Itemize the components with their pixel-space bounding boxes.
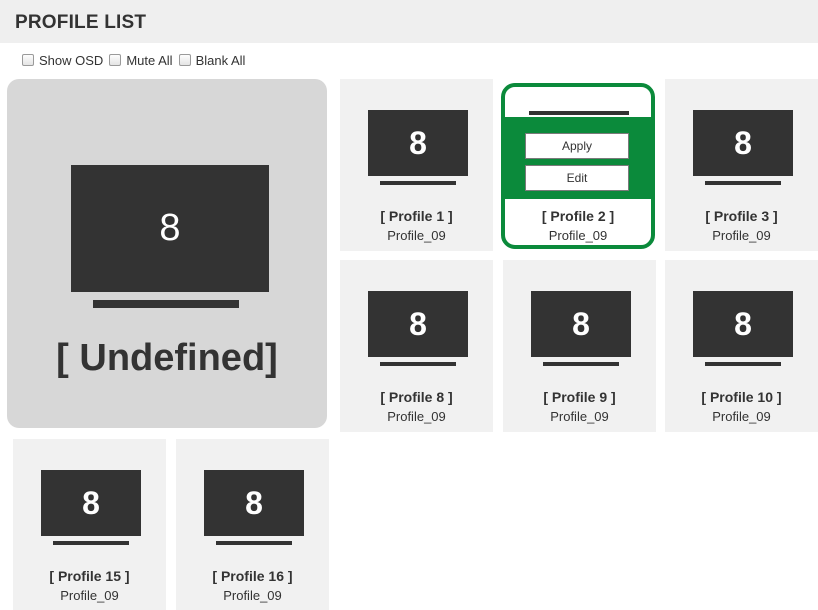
profile-tile-2[interactable]: Apply Edit [ Profile 2 ] Profile_09	[501, 83, 655, 249]
tv-icon: 8	[41, 470, 141, 536]
profile-source: Profile_09	[550, 409, 609, 424]
show-osd-label: Show OSD	[39, 52, 104, 68]
profile-label: [ Profile 10 ]	[701, 389, 782, 405]
profile-label: [ Profile 8 ]	[380, 389, 453, 405]
profile-tile-8[interactable]: 8 [ Profile 8 ] Profile_09	[340, 260, 493, 432]
profile-tile-1[interactable]: 8 [ Profile 1 ] Profile_09	[340, 79, 493, 251]
options-bar: Show OSD Mute All Blank All	[22, 52, 251, 68]
tv-icon: 8	[693, 291, 793, 357]
tv-stand-icon	[380, 362, 456, 366]
header-bar: PROFILE LIST	[0, 0, 818, 43]
tv-top-edge	[529, 111, 629, 115]
profile-label: [ Profile 15 ]	[49, 568, 130, 584]
profile-tile-16[interactable]: 8 [ Profile 16 ] Profile_09	[176, 439, 329, 610]
tv-icon: 8	[204, 470, 304, 536]
current-profile-tile: 8 [ Undefined]	[7, 79, 327, 428]
current-profile-name: [ Undefined]	[56, 337, 278, 379]
tv-icon: 8	[71, 165, 269, 292]
blank-all-label: Blank All	[195, 52, 246, 68]
profile-source: Profile_09	[712, 228, 771, 243]
blank-all-option[interactable]: Blank All	[178, 52, 246, 68]
blank-all-checkbox[interactable]	[178, 54, 191, 66]
mute-all-checkbox[interactable]	[109, 54, 122, 66]
tv-icon: 8	[531, 291, 631, 357]
tv-stand-icon	[705, 181, 781, 185]
profile-tile-9[interactable]: 8 [ Profile 9 ] Profile_09	[503, 260, 656, 432]
tv-stand-icon	[53, 541, 129, 545]
profile-label: [ Profile 2 ]	[541, 208, 615, 224]
profile-label: [ Profile 9 ]	[543, 389, 616, 405]
tv-stand-icon	[216, 541, 292, 545]
mute-all-option[interactable]: Mute All	[109, 52, 173, 68]
tv-icon: 8	[368, 110, 468, 176]
tv-icon: 8	[368, 291, 468, 357]
profile-source: Profile_09	[60, 588, 119, 603]
tv-stand-icon	[543, 362, 619, 366]
profile-label: [ Profile 1 ]	[380, 208, 453, 224]
profile-source: Profile_09	[712, 409, 771, 424]
mute-all-label: Mute All	[126, 52, 173, 68]
edit-button[interactable]: Edit	[525, 165, 629, 191]
apply-button[interactable]: Apply	[525, 133, 629, 159]
profile-source: Profile_09	[548, 228, 608, 243]
tv-stand-icon	[380, 181, 456, 185]
profile-label: [ Profile 16 ]	[212, 568, 293, 584]
profile-tile-10[interactable]: 8 [ Profile 10 ] Profile_09	[665, 260, 818, 432]
tv-stand-icon	[705, 362, 781, 366]
profile-label: [ Profile 3 ]	[705, 208, 778, 224]
profile-source: Profile_09	[387, 409, 446, 424]
tv-stand-icon	[93, 300, 239, 308]
profile-tile-15[interactable]: 8 [ Profile 15 ] Profile_09	[13, 439, 166, 610]
page-title: PROFILE LIST	[15, 12, 147, 33]
show-osd-option[interactable]: Show OSD	[22, 53, 103, 68]
profile-source: Profile_09	[223, 588, 282, 603]
profile-source: Profile_09	[387, 228, 446, 243]
show-osd-checkbox[interactable]	[22, 54, 34, 66]
tv-icon: 8	[693, 110, 793, 176]
profile-tile-3[interactable]: 8 [ Profile 3 ] Profile_09	[665, 79, 818, 251]
